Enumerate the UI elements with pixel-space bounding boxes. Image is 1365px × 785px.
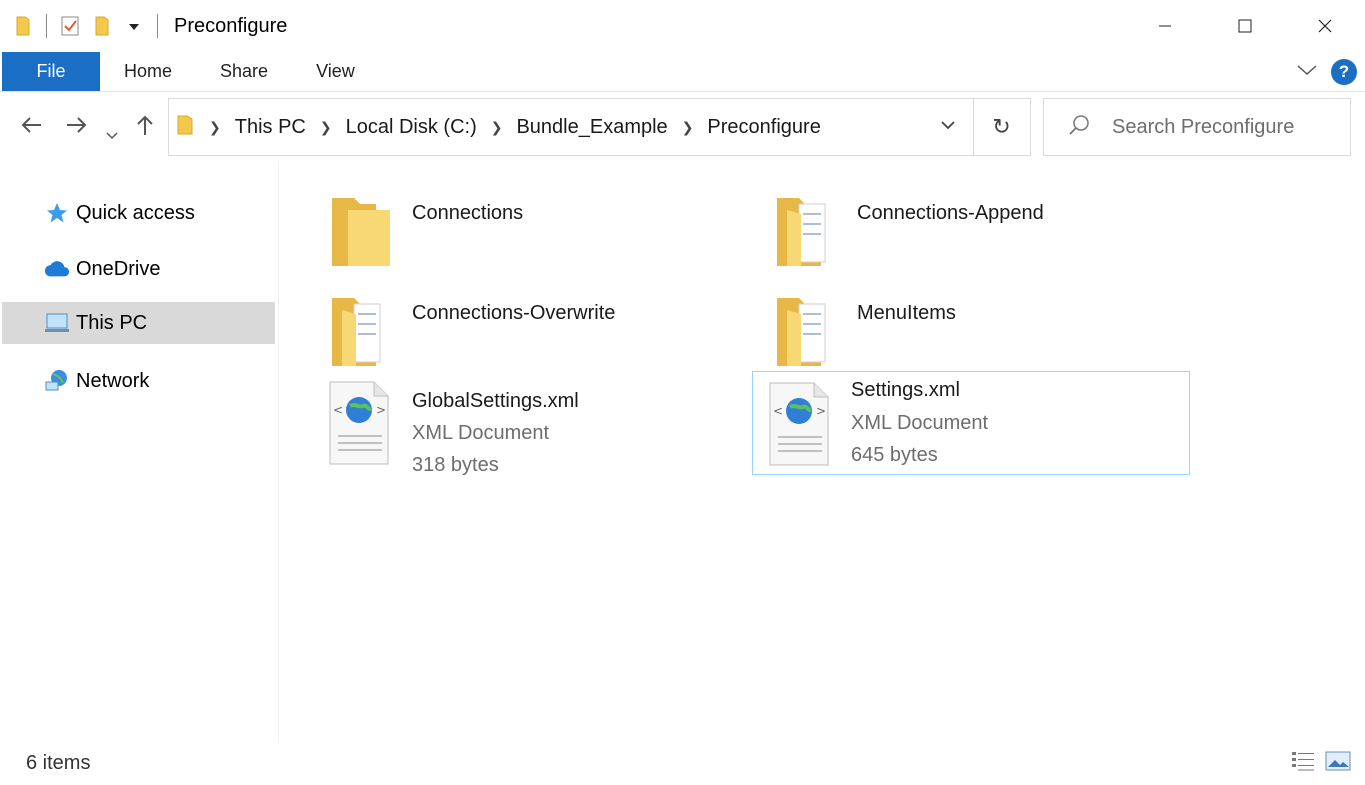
item-count: 6 items	[26, 752, 91, 774]
sidebar-item-this-pc[interactable]: This PC	[2, 302, 275, 344]
file-type: XML Document	[851, 412, 989, 434]
folder-with-documents-icon	[773, 292, 837, 372]
search-box[interactable]: Search Preconfigure	[1043, 98, 1351, 156]
file-name: Connections-Overwrite	[412, 302, 616, 324]
sidebar-item-label: This PC	[76, 311, 148, 334]
file-name: Connections	[412, 202, 524, 224]
title-bar: Preconfigure	[0, 0, 1365, 52]
recent-locations-chevron-icon[interactable]	[106, 120, 118, 146]
refresh-icon: ↻	[992, 114, 1011, 139]
svg-text:>: >	[376, 403, 386, 417]
toolbar-separator	[157, 14, 158, 38]
file-name: GlobalSettings.xml	[412, 390, 579, 412]
view-switcher	[1291, 750, 1351, 777]
folder-with-documents-icon	[328, 292, 392, 372]
ribbon-tabs: File Home Share View ?	[0, 52, 1365, 92]
xml-document-icon: < >	[328, 380, 392, 465]
chevron-right-icon[interactable]: ❯	[682, 119, 694, 136]
properties-icon[interactable]	[59, 15, 81, 37]
address-bar[interactable]: ❯ This PC ❯ Local Disk (C:) ❯ Bundle_Exa…	[168, 98, 974, 156]
minimize-button[interactable]	[1125, 0, 1205, 52]
search-icon	[1068, 114, 1090, 141]
refresh-button[interactable]: ↻	[973, 98, 1031, 156]
breadcrumb-this-pc[interactable]: This PC	[235, 116, 306, 139]
sidebar-item-label: OneDrive	[76, 257, 161, 280]
breadcrumb-local-disk[interactable]: Local Disk (C:)	[346, 116, 477, 139]
search-input[interactable]: Search Preconfigure	[1112, 116, 1294, 139]
list-item[interactable]: < > Settings.xml XML Document 645 bytes	[752, 371, 1190, 475]
sidebar-item-network[interactable]: Network	[2, 360, 275, 402]
help-button[interactable]: ?	[1331, 59, 1357, 85]
close-button[interactable]	[1285, 0, 1365, 52]
folder-icon	[12, 15, 34, 37]
window-title: Preconfigure	[174, 14, 288, 37]
file-type: XML Document	[412, 422, 550, 444]
customize-toolbar-dropdown-icon[interactable]	[123, 15, 145, 37]
cloud-icon	[44, 256, 70, 282]
sidebar-item-label: Network	[76, 369, 150, 392]
list-item[interactable]: Connections	[286, 174, 724, 278]
details-view-icon[interactable]	[1291, 750, 1315, 777]
expand-ribbon-chevron-icon[interactable]	[1297, 63, 1317, 81]
xml-document-icon: < >	[768, 381, 832, 466]
chevron-right-icon[interactable]: ❯	[491, 119, 503, 136]
list-item[interactable]: Connections-Append	[731, 174, 1169, 278]
toolbar-separator	[46, 14, 47, 38]
star-icon	[44, 200, 70, 226]
tab-file[interactable]: File	[2, 52, 100, 91]
navigation-pane: Quick access OneDrive This PC Network	[0, 162, 279, 742]
network-icon	[44, 368, 70, 394]
sidebar-item-quick-access[interactable]: Quick access	[2, 192, 275, 234]
sidebar-item-label: Quick access	[76, 201, 195, 224]
svg-text:>: >	[816, 404, 826, 418]
folder-icon	[328, 192, 392, 272]
quick-access-toolbar	[12, 0, 170, 52]
tab-view[interactable]: View	[292, 52, 379, 91]
status-bar: 6 items	[0, 742, 1365, 785]
ribbon-right-controls: ?	[1297, 52, 1357, 92]
svg-text:<: <	[333, 403, 343, 417]
back-arrow-icon[interactable]	[20, 114, 42, 140]
folder-icon	[177, 114, 193, 141]
up-arrow-icon[interactable]	[136, 114, 154, 142]
file-name: Connections-Append	[857, 202, 1044, 224]
navigation-bar: ❯ This PC ❯ Local Disk (C:) ❯ Bundle_Exa…	[0, 92, 1365, 162]
file-list: Connections Connections-Append Connectio…	[280, 162, 1365, 742]
window-controls	[1125, 0, 1365, 52]
breadcrumb-bundle-example[interactable]: Bundle_Example	[516, 116, 667, 139]
list-item[interactable]: Connections-Overwrite	[286, 274, 724, 378]
tab-home[interactable]: Home	[100, 52, 196, 91]
forward-arrow-icon[interactable]	[66, 114, 88, 140]
breadcrumb-preconfigure[interactable]: Preconfigure	[707, 116, 820, 139]
file-name: MenuItems	[857, 302, 956, 324]
file-size: 645 bytes	[851, 444, 938, 466]
folder-with-documents-icon	[773, 192, 837, 272]
list-item[interactable]: MenuItems	[731, 274, 1169, 378]
new-folder-icon[interactable]	[91, 15, 113, 37]
list-item[interactable]: < > GlobalSettings.xml XML Document 318 …	[286, 370, 724, 476]
address-dropdown-chevron-icon[interactable]	[941, 117, 955, 133]
chevron-right-icon[interactable]: ❯	[320, 119, 332, 136]
computer-icon	[44, 310, 70, 336]
sidebar-item-onedrive[interactable]: OneDrive	[2, 248, 275, 290]
large-icons-view-icon[interactable]	[1325, 750, 1351, 777]
maximize-button[interactable]	[1205, 0, 1285, 52]
svg-text:<: <	[773, 404, 783, 418]
file-name: Settings.xml	[851, 379, 960, 401]
tab-share[interactable]: Share	[196, 52, 292, 91]
file-size: 318 bytes	[412, 454, 499, 476]
chevron-right-icon[interactable]: ❯	[209, 119, 221, 136]
